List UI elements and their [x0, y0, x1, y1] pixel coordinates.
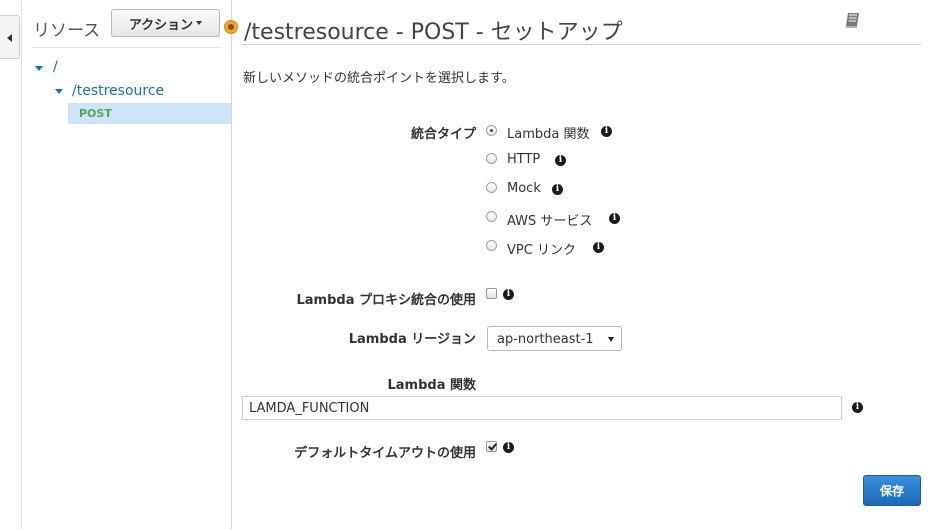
radio-vpc-link-label: VPC リンク — [507, 243, 576, 258]
page-title: /testresource - POST - セットアップ — [244, 20, 623, 45]
actions-button-label: アクション — [128, 17, 194, 33]
chevron-down-icon — [608, 337, 614, 342]
description-text: 新しいメソッドの統合ポイントを選択します。 — [243, 71, 515, 86]
panel-divider — [231, 0, 232, 529]
lambda-region-select[interactable]: ap-northeast-1 — [487, 326, 622, 351]
resources-title: リソース — [33, 21, 101, 41]
info-circle-icon[interactable]: i — [552, 184, 563, 195]
radio-vpc-link[interactable] — [486, 240, 497, 251]
radio-lambda-label: Lambda 関数 — [507, 127, 590, 142]
lambda-function-label: Lambda 関数 — [387, 378, 476, 393]
radio-lambda[interactable] — [486, 125, 497, 136]
lambda-region-label: Lambda リージョン — [348, 332, 476, 347]
integration-type-label: 統合タイプ — [410, 127, 476, 142]
status-dot-icon — [224, 20, 238, 34]
tree-item-post-label: POST — [79, 107, 112, 120]
default-timeout-checkbox[interactable] — [486, 441, 497, 452]
expand-arrow-icon[interactable] — [35, 66, 43, 71]
info-circle-icon[interactable]: i — [503, 289, 514, 300]
info-circle-icon[interactable]: i — [503, 442, 514, 453]
radio-aws-service[interactable] — [486, 211, 497, 222]
radio-aws-service-label: AWS サービス — [507, 214, 593, 229]
info-circle-icon[interactable]: i — [609, 213, 620, 224]
lambda-function-input[interactable] — [242, 396, 842, 420]
radio-mock[interactable] — [486, 182, 497, 193]
default-timeout-label: デフォルトタイムアウトの使用 — [294, 446, 476, 461]
sidebar-divider — [32, 47, 221, 48]
radio-http-label: HTTP — [507, 152, 541, 167]
proxy-integration-checkbox[interactable] — [486, 288, 497, 299]
tree-item-root[interactable]: / — [53, 59, 58, 75]
info-circle-icon[interactable]: i — [601, 126, 612, 137]
radio-http[interactable] — [486, 153, 497, 164]
collapse-panel-toggle[interactable] — [0, 15, 20, 59]
proxy-integration-label: Lambda プロキシ統合の使用 — [296, 293, 476, 308]
info-circle-icon[interactable]: i — [593, 242, 604, 253]
book-icon[interactable] — [844, 11, 862, 33]
tree-item-testresource[interactable]: /testresource — [72, 83, 164, 99]
chevron-down-icon — [196, 21, 203, 25]
left-border — [21, 0, 22, 529]
radio-mock-label: Mock — [507, 181, 541, 196]
lambda-region-value: ap-northeast-1 — [497, 332, 594, 347]
save-button[interactable]: 保存 — [863, 475, 921, 506]
title-underline — [242, 44, 921, 45]
info-circle-icon[interactable]: i — [852, 402, 863, 413]
info-circle-icon[interactable]: i — [555, 155, 566, 166]
actions-button[interactable]: アクション — [111, 9, 220, 37]
expand-arrow-icon[interactable] — [55, 89, 63, 94]
